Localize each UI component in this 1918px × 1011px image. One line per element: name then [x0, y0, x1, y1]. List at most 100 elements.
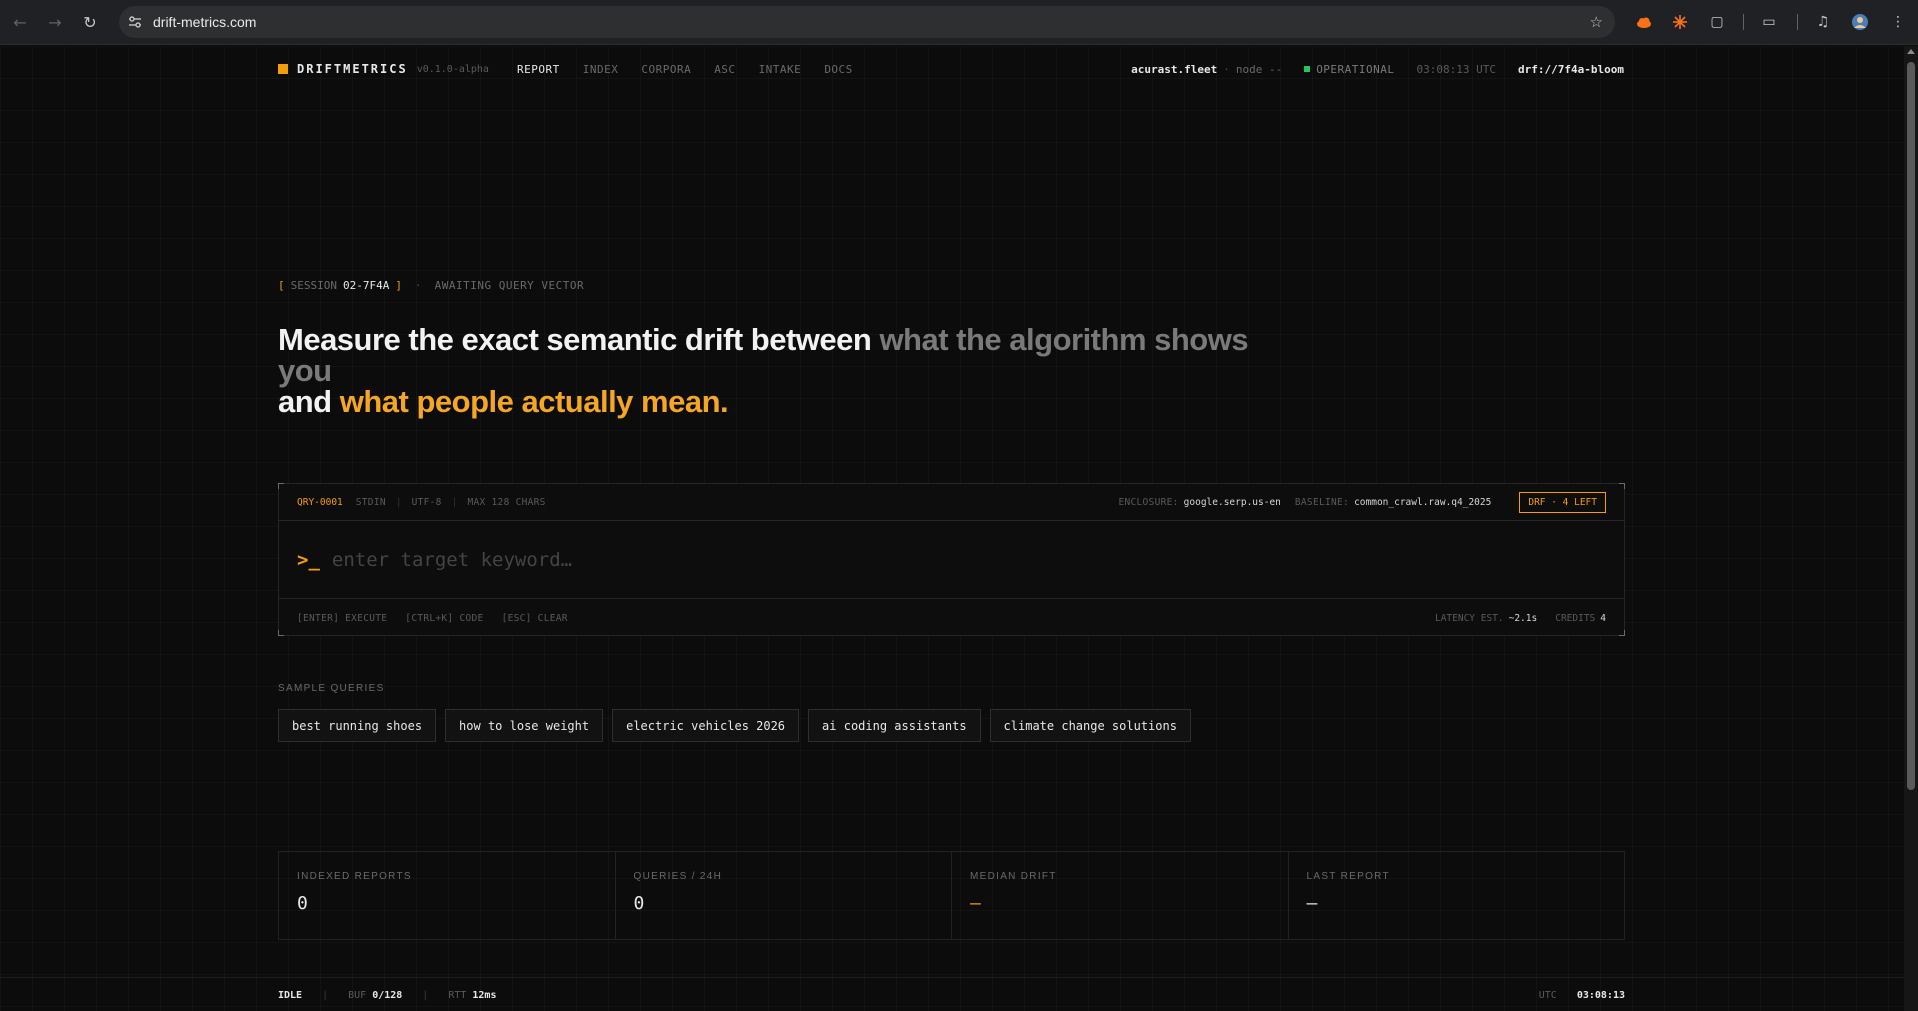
- status-separator: |: [322, 989, 329, 1001]
- nav-links: REPORT INDEX CORPORA ASC INTAKE DOCS: [517, 63, 876, 76]
- status-clock: 03:08:13: [1576, 989, 1625, 1001]
- status-state: IDLE: [278, 989, 303, 1001]
- forward-arrow-icon[interactable]: →: [43, 10, 67, 34]
- page-headline: Measure the exact semantic drift between…: [278, 324, 1278, 417]
- query-header: QRY-0001 STDIN | UTF-8 | MAX 128 CHARS E…: [279, 484, 1624, 521]
- screen-search-icon[interactable]: ▭: [1759, 12, 1779, 32]
- baseline-value: common_crawl.raw.q4_2025: [1354, 496, 1492, 508]
- stat-label: MEDIAN DRIFT: [970, 871, 1057, 882]
- buffer-value: 0/128: [372, 989, 403, 1001]
- sample-query-chip[interactable]: how to lose weight: [445, 709, 604, 742]
- status-bar-right: UTC 03:08:13: [1539, 990, 1625, 1001]
- query-max-chars: MAX 128 CHARS: [467, 496, 546, 508]
- scroll-up-arrow-icon[interactable]: [1907, 49, 1915, 54]
- keyword-input[interactable]: [331, 549, 1606, 571]
- sample-query-chip[interactable]: best running shoes: [278, 709, 437, 742]
- stat-value: —: [970, 893, 981, 914]
- stat-indexed-reports: INDEXED REPORTS 0: [279, 852, 616, 939]
- stat-label: LAST REPORT: [1306, 871, 1390, 882]
- status-text: OPERATIONAL: [1316, 62, 1395, 76]
- logo-text[interactable]: DRIFTMETRICS: [297, 62, 408, 76]
- headline-part-4: what people actually mean.: [339, 384, 729, 419]
- back-arrow-icon[interactable]: ←: [8, 10, 32, 34]
- nav-link-report[interactable]: REPORT: [517, 63, 560, 76]
- browser-toolbar: ← → ↻ drift-metrics.com ☆ ▢ ▭ ♫ ⋮: [0, 0, 1918, 45]
- latency-label: LATENCY EST.: [1434, 612, 1504, 624]
- nav-link-corpora[interactable]: CORPORA: [641, 63, 691, 76]
- prompt-symbol: >_: [297, 549, 320, 571]
- site-settings-icon[interactable]: [128, 15, 142, 29]
- utc-label: UTC: [1538, 989, 1557, 1001]
- stat-label: INDEXED REPORTS: [297, 871, 412, 882]
- query-separator: |: [451, 496, 458, 508]
- query-footer: [ENTER] EXECUTE [CTRL+K] CODE [ESC] CLEA…: [279, 600, 1624, 636]
- sample-query-chips: best running shoes how to lose weight el…: [278, 709, 1200, 742]
- session-label: SESSION: [290, 279, 337, 292]
- sample-query-chip[interactable]: electric vehicles 2026: [612, 709, 800, 742]
- rtt-value: 12ms: [472, 989, 497, 1001]
- sample-query-chip[interactable]: ai coding assistants: [808, 709, 981, 742]
- status-bar: IDLE | BUF 0/128 | RTT 12ms UTC 03:08:13: [0, 977, 1904, 1011]
- bookmark-star-icon[interactable]: ☆: [1590, 13, 1603, 31]
- url-text[interactable]: drift-metrics.com: [153, 14, 256, 30]
- nav-clock: 03:08:13 UTC: [1416, 62, 1497, 76]
- sample-queries-label: SAMPLE QUERIES: [278, 683, 385, 694]
- session-id: 02-7F4A: [342, 279, 390, 292]
- media-queue-icon[interactable]: ♫: [1813, 12, 1833, 32]
- headline-part-1: Measure the exact semantic drift between: [278, 322, 880, 357]
- baseline-label: BASELINE:: [1294, 496, 1350, 508]
- nav-link-docs[interactable]: DOCS: [824, 63, 853, 76]
- query-separator: |: [395, 496, 402, 508]
- query-input-row: >_: [279, 522, 1624, 599]
- stats-panel: INDEXED REPORTS 0 QUERIES / 24H 0 MEDIAN…: [278, 851, 1625, 940]
- drf-identifier[interactable]: drf://7f4a-bloom: [1518, 63, 1624, 76]
- drf-credits-badge: DRF · 4 LEFT: [1519, 491, 1606, 513]
- credits-label: CREDITS: [1555, 612, 1596, 624]
- stat-queries-24h: QUERIES / 24H 0: [616, 852, 952, 939]
- query-id: QRY-0001: [297, 496, 343, 508]
- session-open-bracket: [: [278, 279, 285, 292]
- toolbar-divider: [1797, 14, 1798, 30]
- query-console: QRY-0001 STDIN | UTF-8 | MAX 128 CHARS E…: [278, 483, 1625, 636]
- enclosure-label: ENCLOSURE:: [1118, 496, 1179, 508]
- sample-query-chip[interactable]: climate change solutions: [989, 709, 1191, 742]
- node-label: node --: [1235, 62, 1283, 76]
- rtt-label: RTT: [448, 989, 467, 1001]
- fleet-name: acurast.fleet: [1131, 62, 1218, 76]
- session-close-bracket: ]: [395, 279, 402, 292]
- extensions-puzzle-icon[interactable]: ▢: [1707, 12, 1727, 32]
- extension-burst-icon[interactable]: [1670, 12, 1690, 32]
- query-stdin: STDIN: [355, 496, 386, 508]
- nav-status-cluster: acurast.fleet · node -- OPERATIONAL 03:0…: [1131, 63, 1624, 76]
- stat-last-report: LAST REPORT —: [1289, 852, 1625, 939]
- stat-median-drift: MEDIAN DRIFT —: [952, 852, 1289, 939]
- version-label: v0.1.0-alpha: [416, 63, 489, 75]
- stat-value: 0: [633, 893, 645, 914]
- shortcut-execute: [ENTER] EXECUTE: [297, 612, 388, 624]
- extension-cloud-icon[interactable]: [1634, 12, 1654, 32]
- page-viewport: DRIFTMETRICS v0.1.0-alpha REPORT INDEX C…: [0, 46, 1904, 1011]
- shortcut-clear: [ESC] CLEAR: [501, 612, 568, 624]
- profile-avatar-icon[interactable]: [1850, 12, 1870, 32]
- logo-square-icon: [278, 64, 288, 74]
- scrollbar-thumb[interactable]: [1907, 62, 1915, 790]
- nav-link-index[interactable]: INDEX: [583, 63, 619, 76]
- stat-value: —: [1306, 893, 1318, 914]
- nav-link-asc[interactable]: ASC: [714, 63, 735, 76]
- headline-part-3: and: [278, 384, 340, 419]
- stat-label: QUERIES / 24H: [633, 871, 723, 882]
- toolbar-divider: [1743, 14, 1744, 30]
- address-bar[interactable]: drift-metrics.com ☆: [119, 6, 1615, 38]
- menu-kebab-icon[interactable]: ⋮: [1888, 12, 1908, 32]
- separator-dot: ·: [1223, 62, 1230, 76]
- shortcut-code: [CTRL+K] CODE: [405, 612, 484, 624]
- session-state: AWAITING QUERY VECTOR: [434, 279, 585, 292]
- nav-link-intake[interactable]: INTAKE: [759, 63, 802, 76]
- query-footer-right: LATENCY EST. ~2.1s CREDITS 4: [1435, 613, 1606, 624]
- status-indicator-icon: [1304, 66, 1311, 72]
- latency-value: ~2.1s: [1508, 612, 1538, 624]
- query-meta-right: ENCLOSURE: google.serp.us-en BASELINE: c…: [1118, 491, 1606, 513]
- top-navigation: DRIFTMETRICS v0.1.0-alpha REPORT INDEX C…: [278, 46, 1624, 92]
- page-scrollbar[interactable]: [1904, 46, 1918, 1011]
- reload-icon[interactable]: ↻: [78, 10, 102, 34]
